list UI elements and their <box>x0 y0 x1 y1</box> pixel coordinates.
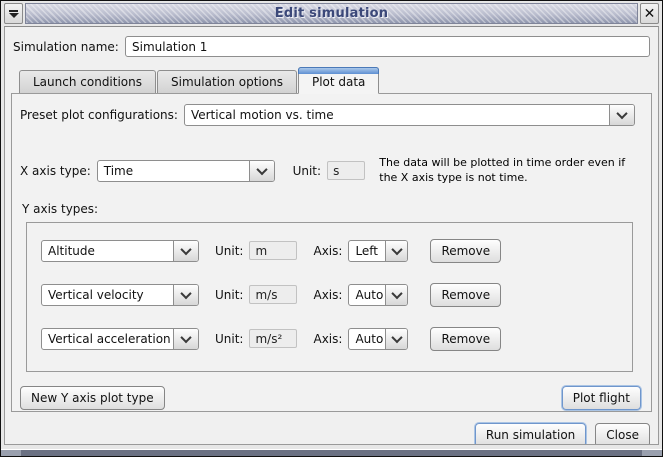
axis-combobox[interactable]: Auto <box>348 284 408 306</box>
unit-label: Unit: <box>215 288 243 302</box>
y-axis-type-value: Altitude <box>42 241 173 261</box>
new-y-axis-plot-type-button[interactable]: New Y axis plot type <box>20 386 165 410</box>
chevron-down-icon <box>391 288 402 299</box>
axis-combobox-arrow-button[interactable] <box>385 241 407 261</box>
axis-combobox-value: Auto <box>349 285 385 305</box>
close-dialog-button[interactable]: Close <box>595 423 650 445</box>
y-axis-combobox-arrow-button[interactable] <box>173 329 198 349</box>
axis-label: Axis: <box>313 332 342 346</box>
chevron-down-icon <box>180 244 191 255</box>
edit-simulation-dialog: Edit simulation ✕ Simulation name: Launc… <box>0 0 663 457</box>
run-simulation-button[interactable]: Run simulation <box>475 423 586 445</box>
simulation-name-label: Simulation name: <box>13 40 125 54</box>
close-icon: ✕ <box>644 7 656 21</box>
y-axis-type-combobox[interactable]: Altitude <box>41 240 199 262</box>
chevron-down-icon <box>180 288 191 299</box>
chevron-down-icon <box>256 164 267 175</box>
y-axis-row: Vertical acceleration Unit: m/s² Axis: A… <box>41 327 632 351</box>
tab-launch-conditions[interactable]: Launch conditions <box>19 70 156 93</box>
dialog-body: Simulation name: Launch conditions Simul… <box>4 26 659 445</box>
axis-combobox-value: Auto <box>349 329 385 349</box>
tab-label: Launch conditions <box>33 75 142 89</box>
axis-label: Axis: <box>313 244 342 258</box>
y-axis-type-value: Vertical acceleration <box>42 329 173 349</box>
preset-row: Preset plot configurations: Vertical mot… <box>20 104 643 126</box>
remove-button[interactable]: Remove <box>430 239 501 263</box>
chevron-down-icon <box>180 332 191 343</box>
unit-field: m/s <box>249 285 297 304</box>
axis-combobox-arrow-button[interactable] <box>385 285 407 305</box>
y-axis-type-combobox[interactable]: Vertical acceleration <box>41 328 199 350</box>
y-axis-combobox-arrow-button[interactable] <box>173 241 198 261</box>
panel-buttons-row: New Y axis plot type Plot flight <box>20 386 643 410</box>
footer-buttons-row: Run simulation Close <box>11 423 652 445</box>
y-axis-combobox-arrow-button[interactable] <box>173 285 198 305</box>
tab-label: Plot data <box>312 75 365 89</box>
x-axis-unit-label: Unit: <box>293 164 321 178</box>
x-axis-combobox-arrow-button[interactable] <box>249 161 274 181</box>
x-axis-type-label: X axis type: <box>20 164 91 178</box>
axis-label: Axis: <box>313 288 342 302</box>
y-axis-group: Altitude Unit: m Axis: Left Remov <box>26 222 633 372</box>
x-axis-type-combobox[interactable]: Time <box>97 160 275 182</box>
window-resize-edge[interactable] <box>1 449 662 456</box>
unit-field: m <box>249 241 297 260</box>
plot-flight-button[interactable]: Plot flight <box>562 386 641 410</box>
tab-bar: Launch conditions Simulation options Plo… <box>11 67 652 93</box>
simulation-name-row: Simulation name: <box>13 36 650 57</box>
close-button[interactable]: ✕ <box>640 3 659 24</box>
unit-field: m/s² <box>249 329 297 348</box>
chevron-down-icon <box>391 332 402 343</box>
tab-simulation-options[interactable]: Simulation options <box>157 70 297 93</box>
plot-data-panel: Preset plot configurations: Vertical mot… <box>11 93 652 412</box>
chevron-down-icon <box>616 108 627 119</box>
unit-label: Unit: <box>215 332 243 346</box>
preset-combobox-value: Vertical motion vs. time <box>185 105 609 125</box>
axis-combobox-arrow-button[interactable] <box>385 329 407 349</box>
simulation-name-input[interactable] <box>125 36 650 57</box>
title-bar-stripes[interactable]: Edit simulation <box>25 3 638 24</box>
tab-label: Simulation options <box>171 75 283 89</box>
axis-combobox[interactable]: Left <box>348 240 408 262</box>
chevron-down-icon <box>391 244 402 255</box>
y-axis-row: Vertical velocity Unit: m/s Axis: Auto <box>41 283 632 307</box>
window-title: Edit simulation <box>275 6 388 21</box>
y-axis-row: Altitude Unit: m Axis: Left Remov <box>41 239 632 263</box>
unit-label: Unit: <box>215 244 243 258</box>
y-axis-type-value: Vertical velocity <box>42 285 173 305</box>
preset-label: Preset plot configurations: <box>20 108 178 122</box>
remove-button[interactable]: Remove <box>430 327 501 351</box>
x-axis-unit-field: s <box>327 161 365 180</box>
window-menu-button[interactable] <box>4 3 23 24</box>
window-menu-icon <box>9 10 19 18</box>
preset-combobox[interactable]: Vertical motion vs. time <box>184 104 635 126</box>
preset-combobox-arrow-button[interactable] <box>609 105 634 125</box>
y-axis-types-label: Y axis types: <box>22 202 643 216</box>
axis-combobox[interactable]: Auto <box>348 328 408 350</box>
title-bar: Edit simulation ✕ <box>4 3 659 24</box>
x-axis-note: The data will be plotted in time order e… <box>379 156 643 186</box>
x-axis-type-value: Time <box>98 161 249 181</box>
remove-button[interactable]: Remove <box>430 283 501 307</box>
tab-plot-data[interactable]: Plot data <box>298 67 379 94</box>
x-axis-row: X axis type: Time Unit: s The data will … <box>20 156 643 186</box>
axis-combobox-value: Left <box>349 241 385 261</box>
y-axis-type-combobox[interactable]: Vertical velocity <box>41 284 199 306</box>
